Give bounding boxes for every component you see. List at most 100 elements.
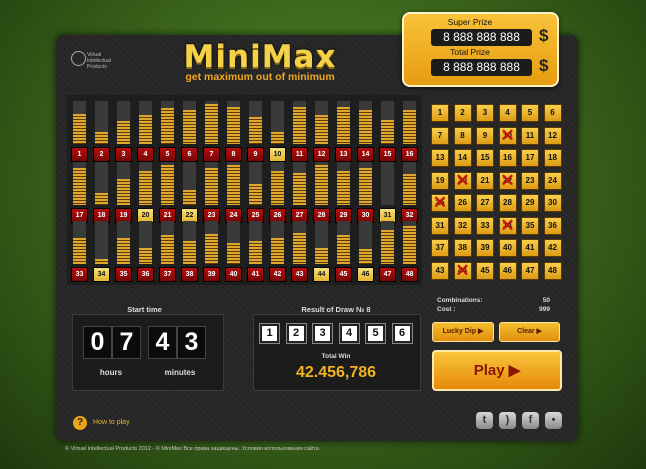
number-cell[interactable]: 15 <box>476 149 494 167</box>
number-cell[interactable]: 14 <box>453 149 472 167</box>
number-cell[interactable]: 23 <box>521 171 539 190</box>
number-cell[interactable]: 27 <box>476 194 494 212</box>
frequency-number: 8 <box>225 147 242 162</box>
frequency-number: 45 <box>335 267 352 282</box>
frequency-bar <box>293 162 306 205</box>
number-cell[interactable]: 42 <box>543 239 562 257</box>
frequency-number: 5 <box>159 147 176 162</box>
number-cell[interactable]: 21 <box>476 171 494 190</box>
frequency-number: 1 <box>71 147 88 162</box>
frequency-bar <box>271 221 284 264</box>
number-cell[interactable]: 30 <box>543 194 562 212</box>
number-cell[interactable]: 48 <box>543 261 562 280</box>
number-cell[interactable]: 36 <box>543 216 562 235</box>
number-cell[interactable]: 28 <box>498 194 517 212</box>
number-cell[interactable]: 5 <box>521 104 539 122</box>
frequency-bar <box>227 221 240 264</box>
number-cell[interactable]: 11 <box>521 126 539 145</box>
frequency-bar-fill <box>249 117 262 144</box>
number-cell[interactable]: 35 <box>521 216 539 235</box>
logo: MiniMax get maximum out of minimum <box>160 40 360 83</box>
total-prize-value: 8 888 888 888 <box>431 59 532 76</box>
selected-x-mark: ✕ <box>500 125 515 145</box>
chat-icon[interactable]: • <box>545 412 562 429</box>
number-cell[interactable]: 13 <box>431 149 449 167</box>
facebook-icon[interactable]: f <box>522 412 539 429</box>
number-cell[interactable]: 22 ✕ <box>498 171 517 190</box>
super-prize-label: Super Prize <box>447 17 493 27</box>
number-cell[interactable]: 9 <box>476 126 494 145</box>
number-cell[interactable]: 31 <box>431 216 449 235</box>
draw-ball: 2 <box>285 323 307 344</box>
number-cell[interactable]: 19 <box>431 171 449 190</box>
number-cell[interactable]: 25 ✕ <box>431 193 449 212</box>
number-cell[interactable]: 47 <box>521 261 539 280</box>
frequency-bar <box>139 221 152 264</box>
frequency-bar <box>95 101 108 144</box>
number-selection-grid: 1 2 3 4 5 6 7 8 9 10 ✕ 11 12 13 14 15 16 17 18 19 20 ✕ 21 22 ✕ 23… <box>427 100 566 283</box>
number-cell[interactable]: 33 <box>476 216 494 235</box>
number-cell[interactable]: 1 <box>431 104 449 122</box>
number-cell[interactable]: 46 <box>498 261 517 280</box>
frequency-bar-fill <box>205 104 218 144</box>
number-cell[interactable]: 41 <box>521 239 539 257</box>
frequency-bar-fill <box>315 165 328 205</box>
number-cell[interactable]: 12 <box>543 126 562 145</box>
number-cell[interactable]: 6 <box>543 104 562 122</box>
number-cell[interactable]: 38 <box>453 239 472 257</box>
number-cell[interactable]: 10 ✕ <box>498 125 517 145</box>
rss-icon[interactable]: ) <box>499 412 516 429</box>
frequency-bar-fill <box>183 190 196 205</box>
number-cell[interactable]: 29 <box>521 194 539 212</box>
number-cell[interactable]: 26 <box>453 194 472 212</box>
clear-button[interactable]: Clear ▶ <box>499 322 560 342</box>
frequency-bar <box>315 101 328 144</box>
number-cell[interactable]: 17 <box>521 149 539 167</box>
help-icon[interactable]: ? <box>73 416 87 430</box>
frequency-bar-fill <box>161 108 174 144</box>
number-cell[interactable]: 24 <box>543 171 562 190</box>
frequency-number: 6 <box>181 147 198 162</box>
selected-x-mark: ✕ <box>500 215 515 235</box>
how-to-play-link[interactable]: How to play <box>93 419 130 426</box>
frequency-bar <box>381 101 394 144</box>
frequency-bar-fill <box>359 168 372 205</box>
frequency-number: 38 <box>181 267 198 282</box>
frequency-bar-fill <box>161 165 174 205</box>
number-cell[interactable]: 3 <box>476 104 494 122</box>
frequency-bar-fill <box>227 243 240 264</box>
number-cell[interactable]: 32 <box>453 216 472 235</box>
frequency-bar <box>161 221 174 264</box>
number-cell[interactable]: 2 <box>453 104 472 122</box>
frequency-bar <box>95 221 108 264</box>
number-cell[interactable]: 4 <box>498 104 517 122</box>
number-cell[interactable]: 37 <box>431 239 449 257</box>
number-cell[interactable]: 45 <box>476 261 494 280</box>
number-cell[interactable]: 20 ✕ <box>453 171 472 190</box>
number-cell[interactable]: 39 <box>476 239 494 257</box>
combinations-label: Combinations: <box>437 297 483 304</box>
number-cell[interactable]: 16 <box>498 149 517 167</box>
frequency-bar <box>337 101 350 144</box>
frequency-bar-fill <box>381 120 394 144</box>
number-cell[interactable]: 7 <box>431 126 449 145</box>
lucky-dip-button[interactable]: Lucky Dip ▶ <box>432 322 494 342</box>
number-cell[interactable]: 34 ✕ <box>498 215 517 235</box>
frequency-bar <box>205 101 218 144</box>
play-button[interactable]: Play ▶ <box>432 350 562 391</box>
frequency-bar-fill <box>249 241 262 264</box>
number-cell[interactable]: 40 <box>498 239 517 257</box>
twitter-icon[interactable]: t <box>476 412 493 429</box>
number-cell[interactable]: 43 <box>431 261 449 280</box>
frequency-bar <box>73 101 86 144</box>
draw-result-title: Result of Draw № 8 <box>301 305 371 314</box>
frequency-number: 14 <box>357 147 374 162</box>
number-cell[interactable]: 44 ✕ <box>453 261 472 280</box>
frequency-bar-fill <box>95 193 108 205</box>
number-cell[interactable]: 18 <box>543 149 562 167</box>
frequency-bar <box>183 221 196 264</box>
frequency-number: 3 <box>115 147 132 162</box>
number-cell[interactable]: 8 <box>453 126 472 145</box>
frequency-bar <box>337 162 350 205</box>
frequency-number: 36 <box>137 267 154 282</box>
